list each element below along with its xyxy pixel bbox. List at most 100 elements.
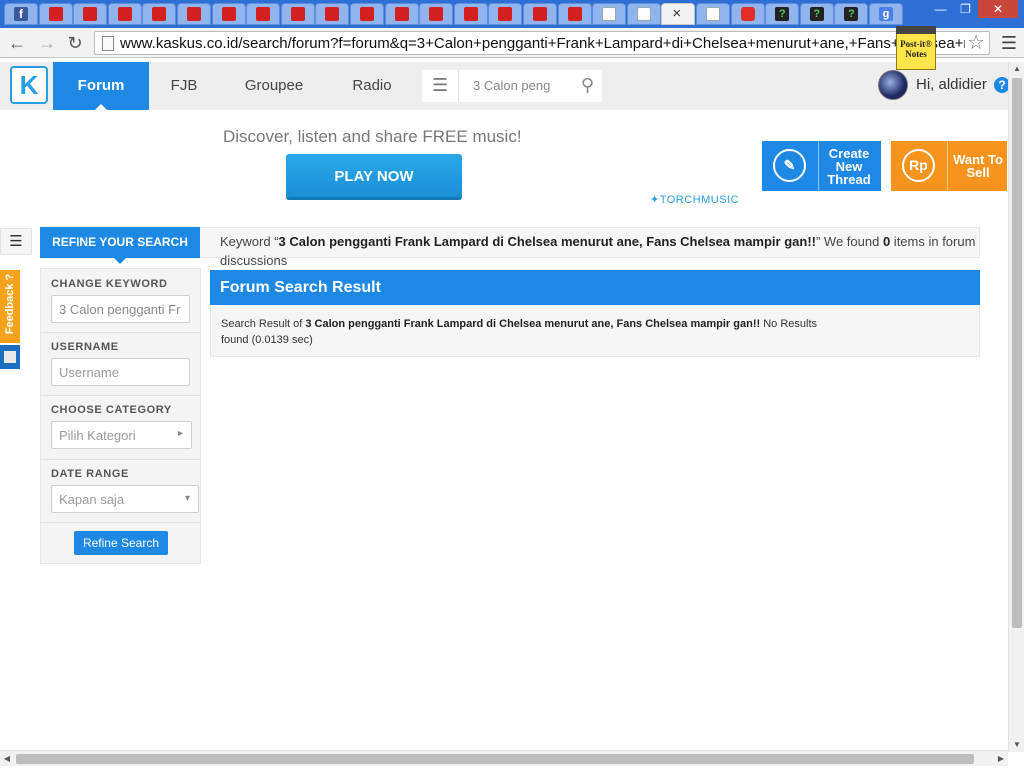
change-keyword-label: CHANGE KEYWORD [51,278,168,290]
browser-tab[interactable]: f [4,3,38,25]
browser-tab[interactable] [730,3,765,25]
google-icon: g [879,7,893,21]
scroll-down-icon[interactable]: ▼ [1009,738,1024,752]
browser-tab[interactable] [38,3,73,25]
keyword-query: 3 Calon pengganti Frank Lampard di Chels… [278,234,816,249]
red-book-icon [187,7,201,21]
search-icon[interactable]: ⚲ [581,74,594,96]
q-icon: ? [775,7,790,21]
browser-tab[interactable] [280,3,315,25]
browser-toolbar: ← → ↻ www.kaskus.co.id/search/forum?f=fo… [0,28,1024,58]
red-book-icon [463,7,478,21]
page-icon [102,36,114,51]
back-icon[interactable]: ← [6,32,28,54]
post-it-notes-icon[interactable]: Post-it® Notes [896,26,936,70]
browser-tab[interactable] [107,3,142,25]
avatar[interactable] [878,70,908,100]
scroll-left-icon[interactable]: ◀ [0,751,14,767]
browser-tab[interactable] [592,3,627,25]
browser-tab[interactable] [557,3,592,25]
browser-tab[interactable] [488,3,523,25]
refine-search-button[interactable]: Refine Search [74,531,168,555]
feedback-tab[interactable]: Feedback ? [0,270,20,343]
document-icon [636,7,651,21]
address-bar[interactable]: www.kaskus.co.id/search/forum?f=forum&q=… [94,31,990,55]
facebook-icon: f [14,7,28,21]
keyword-input[interactable]: 3 Calon pengganti Fr [51,295,190,323]
date-range-select[interactable]: Kapan saja ▾ [51,485,199,513]
red-book-icon [256,7,271,21]
browser-tab[interactable] [523,3,557,25]
nav-radio[interactable]: Radio [340,62,404,110]
torchmusic-logo[interactable]: ✦TORCHMUSIC [650,193,739,206]
user-greeting[interactable]: Hi, aldidier [916,76,987,93]
browser-tab[interactable]: g [869,3,903,25]
browser-tab[interactable] [626,3,661,25]
browser-tab[interactable]: ? [834,3,869,25]
reload-icon[interactable]: ↻ [64,32,86,54]
browser-tab[interactable] [453,3,488,25]
red-book-icon [533,7,547,21]
browser-tab[interactable] [350,3,384,25]
window-close-icon[interactable]: ✕ [978,0,1018,18]
create-thread-label: Create New Thread [827,146,871,187]
forward-icon[interactable]: → [36,32,58,54]
window-controls: — ❐ ✕ [928,0,1018,18]
kaskus-logo[interactable]: K [10,66,48,104]
browser-tab[interactable]: × [661,3,696,25]
refine-search-tab[interactable]: REFINE YOUR SEARCH [40,227,200,264]
category-select[interactable]: Pilih Kategori ▸ [51,421,192,449]
feedback-extra-icon[interactable] [0,345,20,369]
date-range-value: Kapan saja [59,492,125,507]
username-input[interactable]: Username [51,358,190,386]
browser-tab[interactable] [177,3,211,25]
red-book-icon [498,7,513,21]
maximize-icon[interactable]: ❐ [953,0,978,18]
minimize-icon[interactable]: — [928,0,953,18]
youtube-icon [740,7,755,21]
pencil-icon: ✎ [773,149,806,182]
browser-tab[interactable]: ? [765,3,800,25]
browser-tab[interactable] [73,3,108,25]
sidebar-toggle-icon[interactable]: ☰ [0,228,32,255]
browser-tab[interactable] [384,3,419,25]
date-range-label: DATE RANGE [51,468,129,480]
vertical-scroll-thumb[interactable] [1012,78,1022,628]
site-header: K Forum FJB Groupee Radio ☰ 3 Calon peng… [0,62,1010,110]
red-book-icon [325,7,340,21]
browser-tab[interactable] [419,3,454,25]
want-to-sell-button[interactable]: Rp Want To Sell [891,141,1007,191]
browser-tab[interactable] [211,3,246,25]
scroll-up-icon[interactable]: ▲ [1009,62,1024,76]
horizontal-scroll-thumb[interactable] [16,754,974,764]
horizontal-scrollbar[interactable]: ◀ ▶ [0,750,1008,766]
scroll-right-icon[interactable]: ▶ [994,751,1008,767]
hamburger-icon[interactable]: ☰ [432,75,448,95]
browser-tab[interactable] [246,3,281,25]
torchmusic-label: TORCHMUSIC [659,194,740,206]
rupiah-icon: Rp [902,149,935,182]
q-icon: ? [809,7,824,21]
vertical-scrollbar[interactable]: ▲ ▼ [1008,62,1024,752]
browser-tab[interactable]: ? [799,3,834,25]
red-book-icon [48,7,63,21]
bookmark-star-icon[interactable]: ☆ [967,32,985,54]
create-thread-button[interactable]: ✎ Create New Thread [762,141,881,191]
red-book-icon [152,7,167,21]
url-text[interactable]: www.kaskus.co.id/search/forum?f=forum&q=… [120,35,965,52]
nav-groupee[interactable]: Groupee [232,62,316,110]
nav-fjb[interactable]: FJB [160,62,208,110]
browser-tab[interactable] [142,3,177,25]
site-search: ☰ 3 Calon peng ⚲ [422,70,602,102]
browser-tab[interactable] [696,3,730,25]
nav-forum[interactable]: Forum [53,62,149,110]
chevron-down-icon: ▾ [184,493,190,504]
play-now-button[interactable]: PLAY NOW [286,154,462,200]
red-book-icon [429,7,444,21]
keyword-summary: Keyword “3 Calon pengganti Frank Lampard… [220,234,976,268]
browser-tab[interactable] [315,3,350,25]
result-query: 3 Calon pengganti Frank Lampard di Chels… [305,318,761,330]
site-search-input[interactable]: 3 Calon peng [473,78,569,93]
tab-close-icon[interactable]: × [672,4,681,24]
browser-menu-icon[interactable]: ☰ [1001,33,1017,53]
